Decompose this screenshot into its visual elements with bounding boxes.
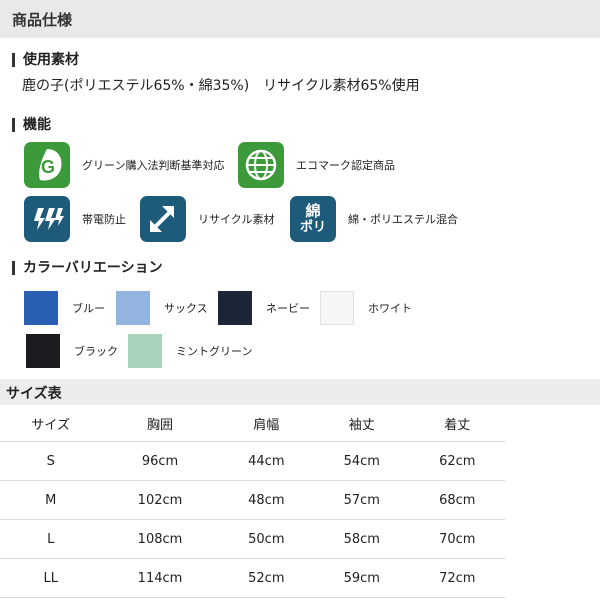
feature-label: リサイクル素材: [198, 213, 275, 226]
size-table-title: サイズ表: [6, 386, 62, 402]
color-item-blue: ブルー: [24, 291, 105, 325]
table-cell: 50cm: [218, 519, 315, 559]
column-header: 着丈: [409, 405, 505, 442]
table-cell: 54cm: [314, 441, 410, 481]
colors-heading: カラーバリエーション: [12, 261, 163, 275]
table-cell: 72cm: [409, 558, 505, 598]
color-swatch: [26, 334, 60, 368]
cotton-poly-icon: 綿 ポリ: [290, 196, 336, 242]
table-cell: 114cm: [101, 558, 219, 598]
color-label: ミントグリーン: [176, 345, 253, 358]
color-label: ブラック: [74, 345, 118, 358]
table-cell: LL: [0, 558, 102, 598]
color-item-sax: サックス: [116, 291, 208, 325]
column-header: 肩幅: [218, 405, 315, 442]
feature-label: エコマーク認定商品: [296, 159, 395, 172]
feature-green-purchase: G グリーン購入法判断基準対応: [24, 142, 224, 188]
color-label: ホワイト: [368, 302, 412, 315]
antistatic-icon: [24, 196, 70, 242]
table-cell: 62cm: [409, 441, 505, 481]
table-cell: 96cm: [101, 441, 219, 481]
table-cell: 57cm: [314, 480, 410, 520]
feature-antistatic: 帯電防止: [24, 196, 126, 242]
table-cell: L: [0, 519, 102, 559]
color-swatch: [116, 291, 150, 325]
table-cell: 70cm: [409, 519, 505, 559]
table-cell: 102cm: [101, 480, 219, 520]
size-table: サイズ 胸囲 肩幅 袖丈 着丈 S 96cm 44cm 54cm 62cm M …: [0, 405, 505, 598]
color-label: ブルー: [72, 302, 105, 315]
table-cell: 52cm: [218, 558, 315, 598]
icon-text-bottom: ポリ: [299, 220, 326, 235]
color-item-black: ブラック: [26, 334, 118, 368]
functions-heading: 機能: [12, 118, 51, 132]
feature-recycle: リサイクル素材: [140, 196, 274, 242]
table-cell: 58cm: [314, 519, 410, 559]
table-cell: 48cm: [218, 480, 315, 520]
column-header: 袖丈: [314, 405, 410, 442]
table-cell: 68cm: [409, 480, 505, 520]
color-item-white: ホワイト: [320, 291, 412, 325]
color-item-navy: ネービー: [218, 291, 310, 325]
table-cell: 108cm: [101, 519, 219, 559]
feature-label: 帯電防止: [82, 213, 126, 226]
size-table-header-bar: サイズ表: [0, 379, 600, 405]
table-row: S 96cm 44cm 54cm 62cm: [0, 441, 505, 481]
page-title: 商品仕様: [12, 11, 73, 29]
eco-mark-globe-icon: [238, 142, 284, 188]
color-swatch: [128, 334, 162, 368]
table-cell: M: [0, 480, 102, 520]
table-row: LL 114cm 52cm 59cm 72cm: [0, 558, 505, 598]
feature-eco-mark: エコマーク認定商品: [238, 142, 395, 188]
svg-text:G: G: [41, 157, 55, 177]
material-text: 鹿の子(ポリエステル65%・綿35%) リサイクル素材65%使用: [22, 78, 420, 94]
feature-label: グリーン購入法判断基準対応: [82, 159, 225, 172]
color-label: ネービー: [266, 302, 310, 315]
color-swatch: [320, 291, 354, 325]
feature-cotton-poly: 綿 ポリ 綿・ポリエステル混合: [290, 196, 458, 242]
table-header-row: サイズ 胸囲 肩幅 袖丈 着丈: [0, 405, 505, 442]
column-header: サイズ: [0, 405, 102, 442]
feature-label: 綿・ポリエステル混合: [348, 213, 458, 226]
table-row: L 108cm 50cm 58cm 70cm: [0, 519, 505, 559]
color-label: サックス: [164, 302, 208, 315]
spec-header-bar: 商品仕様: [0, 0, 600, 38]
icon-text-top: 綿: [305, 202, 321, 220]
material-heading: 使用素材: [12, 53, 79, 67]
table-cell: 59cm: [314, 558, 410, 598]
green-purchase-g-icon: G: [24, 142, 70, 188]
color-item-mint-green: ミントグリーン: [128, 334, 252, 368]
color-swatch: [24, 291, 58, 325]
table-row: M 102cm 48cm 57cm 68cm: [0, 480, 505, 520]
table-cell: S: [0, 441, 102, 481]
recycle-arrows-icon: [140, 196, 186, 242]
table-cell: 44cm: [218, 441, 315, 481]
color-swatch: [218, 291, 252, 325]
column-header: 胸囲: [101, 405, 219, 442]
